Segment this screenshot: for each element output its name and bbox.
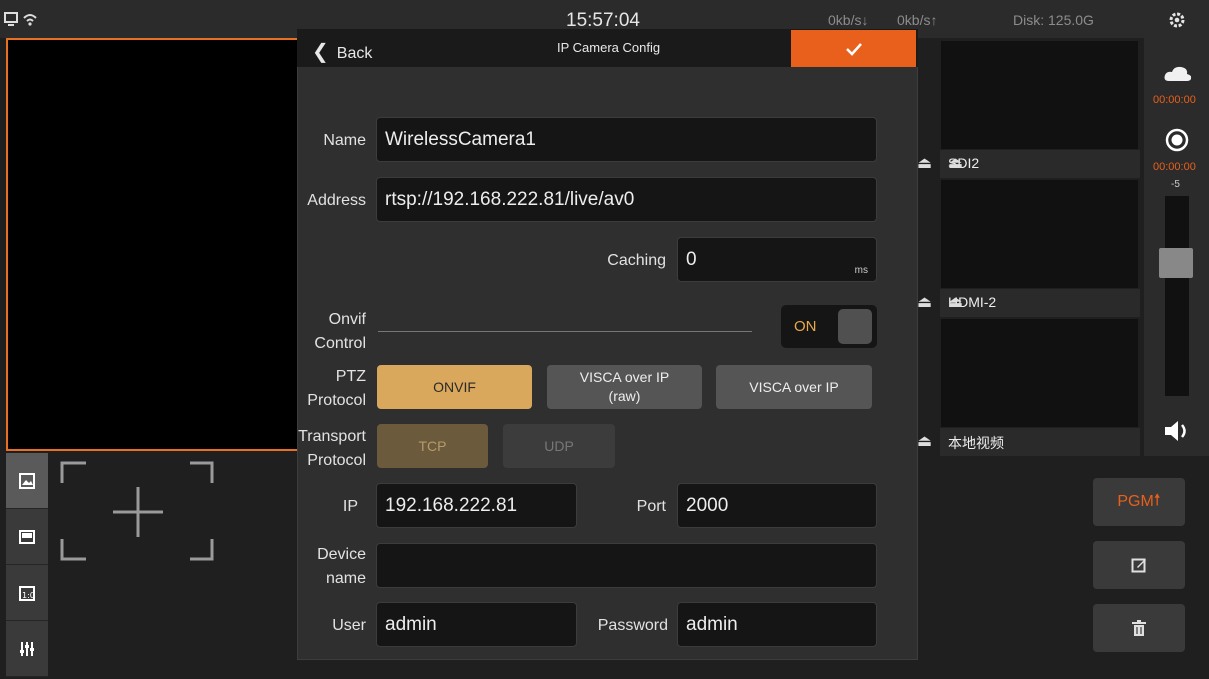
tool-picture[interactable]: [6, 453, 48, 509]
chevron-left-icon: ❮: [312, 41, 329, 63]
confirm-button[interactable]: [791, 30, 916, 67]
mixer-sliders-icon: [20, 641, 34, 656]
name-label: Name: [323, 132, 366, 149]
monitor-wifi-icon: [4, 12, 37, 26]
source-thumbnail-sdi2[interactable]: [941, 41, 1138, 149]
add-source-area[interactable]: [48, 453, 298, 677]
port-label: Port: [636, 498, 666, 515]
source-thumbnail-hdmi2[interactable]: [941, 180, 1138, 288]
tool-pip[interactable]: [6, 509, 48, 565]
stream-timer: 00:00:00: [1153, 94, 1196, 106]
tool-mixer[interactable]: [6, 621, 48, 677]
source-name: 本地视频: [948, 435, 1004, 451]
edit-button[interactable]: [1093, 541, 1185, 589]
edit-icon: [1131, 558, 1146, 573]
address-label: Address: [307, 192, 366, 209]
calendar-timer-icon: 1:0: [19, 585, 35, 601]
upload-icon[interactable]: ⏏: [948, 153, 1130, 173]
port-field[interactable]: 2000: [677, 483, 877, 528]
transport-option-udp[interactable]: UDP: [503, 424, 615, 468]
disk-space: Disk: 125.0G: [1013, 12, 1094, 28]
divider: [378, 331, 752, 332]
transport-protocol-label: Transport Protocol: [298, 428, 366, 469]
user-field[interactable]: admin: [376, 602, 577, 647]
ptz-option-onvif[interactable]: ONVIF: [377, 365, 532, 409]
user-label: User: [332, 617, 366, 634]
upload-rate: 0kb/s↑: [897, 12, 938, 28]
trash-icon: [1132, 620, 1146, 636]
dialog-title: IP Camera Config: [557, 40, 661, 55]
ptz-option-visca[interactable]: VISCA over IP: [716, 365, 872, 409]
toggle-knob: [838, 309, 872, 344]
password-field[interactable]: admin: [677, 602, 877, 647]
source-label-bar: HDMI-2 ⏏: [940, 289, 1140, 317]
svg-text:1:0: 1:0: [22, 591, 35, 600]
speaker-icon[interactable]: [1162, 419, 1192, 443]
check-icon: [845, 42, 862, 56]
ip-field[interactable]: 192.168.222.81: [376, 483, 577, 528]
volume-value: -5: [1171, 179, 1180, 190]
back-button[interactable]: ❮ Back: [312, 39, 372, 64]
name-field[interactable]: WirelessCamera1: [376, 117, 877, 162]
device-name-field[interactable]: [376, 543, 877, 588]
ip-label: IP: [342, 498, 358, 515]
arrow-up-icon: 🠕: [1153, 491, 1161, 509]
pgm-label: PGM: [1117, 493, 1154, 510]
volume-meter: [1165, 196, 1189, 396]
source-label-bar: 本地视频: [940, 428, 1140, 456]
program-preview[interactable]: [6, 38, 299, 451]
upload-icon[interactable]: ⏏: [948, 292, 1130, 312]
right-control-column: 00:00:00 00:00:00 -5: [1144, 38, 1209, 456]
device-name-label: Device name: [317, 546, 366, 587]
pgm-button[interactable]: PGM 🠕: [1093, 478, 1185, 526]
transport-option-tcp[interactable]: TCP: [377, 424, 488, 468]
ptz-option-visca-raw[interactable]: VISCA over IP (raw): [547, 365, 702, 409]
password-label: Password: [597, 617, 668, 634]
caching-value: 0: [686, 248, 697, 270]
toggle-state: ON: [794, 318, 817, 335]
download-rate: 0kb/s↓: [828, 12, 869, 28]
tool-timer[interactable]: 1:0: [6, 565, 48, 621]
source-label-bar: SDI2 ⏏: [940, 150, 1140, 178]
address-field[interactable]: rtsp://192.168.222.81/live/av0: [376, 177, 877, 222]
pip-icon: [19, 529, 35, 544]
upload-icon[interactable]: ⏏: [917, 153, 932, 173]
source-thumbnail-local-video[interactable]: [941, 319, 1138, 427]
caching-label: Caching: [607, 252, 666, 269]
onvif-toggle[interactable]: ON: [781, 305, 877, 348]
volume-slider-handle[interactable]: [1159, 248, 1193, 278]
back-label: Back: [336, 45, 373, 62]
delete-button[interactable]: [1093, 604, 1185, 652]
upload-icon[interactable]: ⏏: [917, 431, 932, 451]
add-source-icon: [60, 461, 214, 561]
ptz-protocol-label: PTZ Protocol: [307, 368, 366, 409]
picture-icon: [19, 472, 35, 489]
record-timer: 00:00:00: [1153, 161, 1196, 173]
gear-icon[interactable]: [1168, 11, 1186, 29]
caching-field[interactable]: 0 ms: [677, 237, 877, 282]
record-icon[interactable]: [1164, 127, 1190, 153]
upload-icon[interactable]: ⏏: [917, 292, 932, 312]
cloud-stream-icon[interactable]: [1163, 64, 1193, 84]
caching-unit: ms: [854, 265, 868, 276]
onvif-label: Onvif Control: [314, 311, 366, 352]
